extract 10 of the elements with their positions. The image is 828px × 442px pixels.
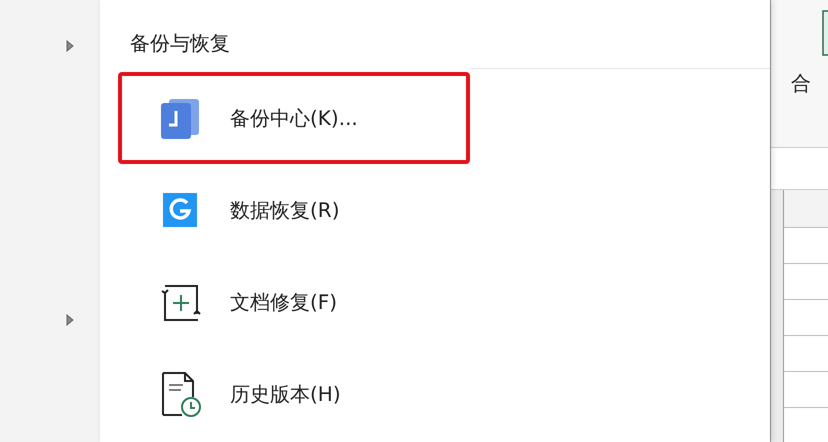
menu-item[interactable]: 文档修复(F) (118, 256, 470, 348)
submenu-arrow-icon (66, 40, 74, 52)
refresh-icon (163, 193, 197, 227)
menu-item[interactable]: 数据恢复(R) (118, 164, 470, 256)
copy-icon (159, 97, 201, 139)
submenu-title: 备份与恢复 (130, 30, 230, 56)
submenu-arrow-icon (66, 314, 74, 326)
menu-item[interactable]: 备份中心(K)... (118, 72, 470, 164)
ribbon-label: 合 (791, 70, 812, 96)
menu-item[interactable]: 历史版本(H) (118, 348, 470, 440)
